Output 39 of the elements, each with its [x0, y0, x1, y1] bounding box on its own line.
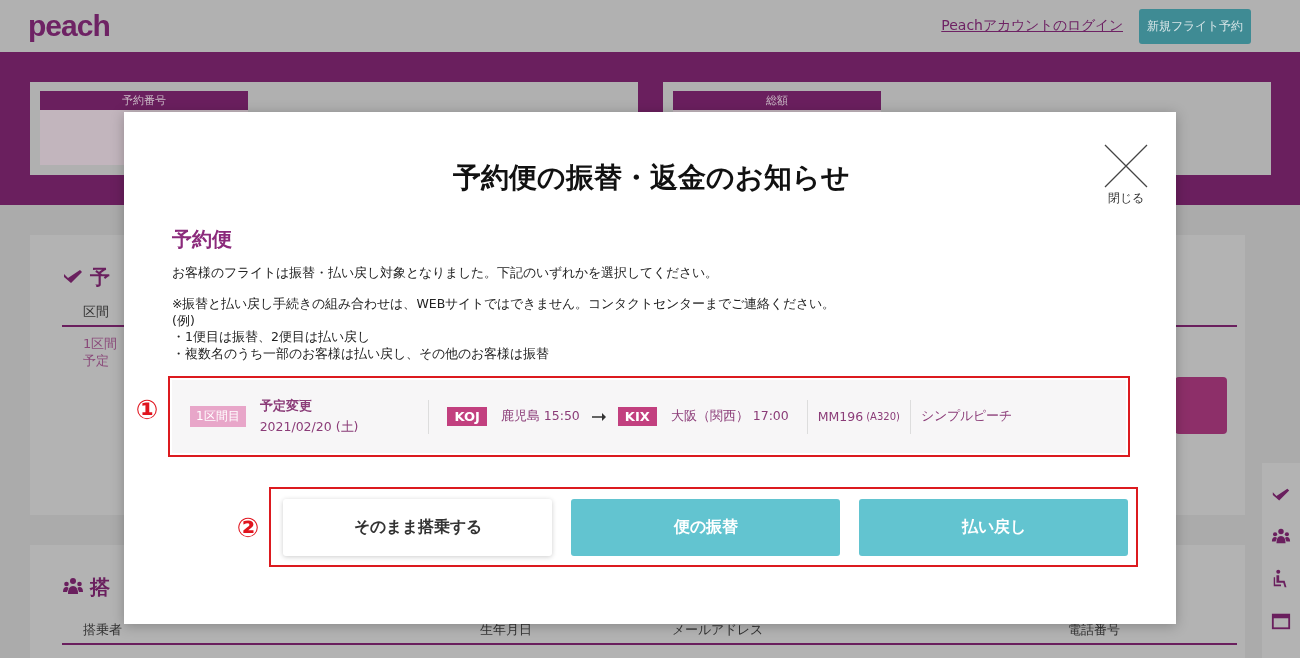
note-text: ※振替と払い戻し手続きの組み合わせは、WEBサイトではできません。コンタクトセンターまでご連絡ください。: [172, 296, 837, 313]
column-header: 生年月日: [480, 621, 533, 639]
departure-text: 鹿児島 15:50: [500, 408, 580, 425]
arrival-text: 大阪（関西） 17:00: [670, 408, 789, 425]
column-header: 電話番号: [1068, 621, 1121, 639]
new-flight-button[interactable]: 新規フライト予約: [1139, 8, 1251, 44]
summary-label: 予約番号: [40, 91, 248, 110]
dialog-title: 予約便の振替・返金のお知らせ: [451, 160, 851, 196]
table-cell-text: 予定: [83, 352, 110, 369]
login-link[interactable]: Peachアカウントのログイン: [941, 17, 1123, 35]
action-button[interactable]: [1175, 377, 1227, 434]
close-button[interactable]: 閉じる: [1104, 144, 1148, 207]
note-text: (例): [172, 312, 196, 329]
fare-text: シンプルピーチ: [920, 408, 1012, 425]
calendar-icon[interactable]: [1271, 611, 1291, 631]
annotation-number: ①: [134, 394, 160, 425]
section-heading: 搭: [90, 573, 110, 601]
logo[interactable]: peach: [28, 9, 110, 43]
airport-code: KOJ: [447, 407, 487, 426]
aircraft-text: (A320): [866, 411, 900, 422]
date-text: 2021/02/20 (土): [259, 418, 359, 436]
note-text: ・1便目は振替、2便目は払い戻し: [172, 329, 371, 346]
section-heading: 予: [90, 263, 110, 291]
close-icon: [1104, 144, 1148, 188]
message-text: お客様のフライトは振替・払い戻し対象となりました。下記のいずれかを選択してください。: [172, 265, 719, 282]
segment-tag: 1区間目: [190, 406, 246, 427]
secondary-button[interactable]: そのまま搭乗する: [283, 499, 552, 556]
flight-number: MM196: [817, 409, 864, 424]
table-cell: 1区間: [83, 335, 118, 352]
summary-label: 総額: [673, 91, 881, 110]
column-header: 区間: [83, 304, 109, 319]
column-header: メールアドレス: [672, 621, 764, 639]
arrow-icon: [591, 412, 606, 421]
column-header: 搭乗者: [83, 621, 123, 639]
annotation-number: ②: [235, 511, 261, 543]
section-heading: 予約便: [172, 226, 233, 253]
note-text: ・複数名のうち一部のお客様は払い戻し、その他のお客様は振替: [172, 345, 550, 362]
status-text: 予定変更: [259, 397, 313, 415]
airport-code: KIX: [617, 407, 657, 426]
